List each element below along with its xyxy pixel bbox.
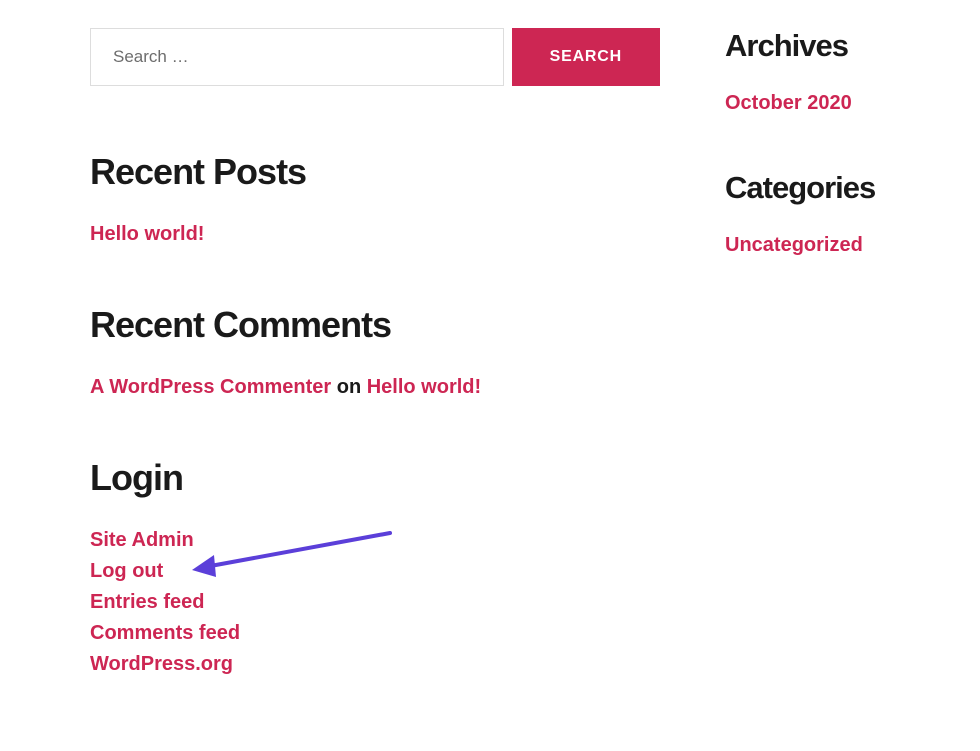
logout-link[interactable]: Log out: [90, 560, 163, 582]
archives-list: October 2020: [725, 92, 920, 115]
recent-posts-section: Recent Posts Hello world!: [90, 151, 660, 246]
entries-feed-link[interactable]: Entries feed: [90, 591, 204, 613]
left-column: SEARCH Recent Posts Hello world! Recent …: [90, 28, 660, 734]
recent-comments-section: Recent Comments A WordPress Commenter on…: [90, 304, 660, 399]
recent-posts-heading: Recent Posts: [90, 151, 660, 193]
recent-comments-heading: Recent Comments: [90, 304, 660, 346]
login-list: Site Admin Log out Entries feed Comments…: [90, 529, 660, 676]
comment-author-link[interactable]: A WordPress Commenter: [90, 376, 331, 398]
right-column: Archives October 2020 Categories Uncateg…: [725, 28, 920, 734]
page-container: SEARCH Recent Posts Hello world! Recent …: [0, 0, 980, 734]
categories-heading: Categories: [725, 170, 920, 206]
search-button[interactable]: SEARCH: [512, 28, 660, 86]
recent-comment-item: A WordPress Commenter on Hello world!: [90, 376, 660, 399]
categories-list: Uncategorized: [725, 234, 920, 257]
search-form: SEARCH: [90, 28, 660, 86]
category-link[interactable]: Uncategorized: [725, 234, 863, 256]
comments-feed-link[interactable]: Comments feed: [90, 622, 240, 644]
list-item: Site Admin: [90, 529, 660, 552]
recent-comments-list: A WordPress Commenter on Hello world!: [90, 376, 660, 399]
comment-connector: on: [331, 376, 367, 398]
list-item: Log out: [90, 560, 660, 583]
site-admin-link[interactable]: Site Admin: [90, 529, 194, 551]
archives-heading: Archives: [725, 28, 920, 64]
login-heading: Login: [90, 457, 660, 499]
recent-post-link[interactable]: Hello world!: [90, 223, 204, 245]
login-section: Login Site Admin Log out Entries feed Co…: [90, 457, 660, 676]
archives-section: Archives October 2020: [725, 28, 920, 115]
list-item: Comments feed: [90, 622, 660, 645]
list-item: Entries feed: [90, 591, 660, 614]
comment-post-link[interactable]: Hello world!: [367, 376, 481, 398]
archive-link[interactable]: October 2020: [725, 92, 852, 114]
list-item: WordPress.org: [90, 653, 660, 676]
search-input[interactable]: [90, 28, 504, 86]
categories-section: Categories Uncategorized: [725, 170, 920, 257]
recent-posts-list: Hello world!: [90, 223, 660, 246]
wordpress-org-link[interactable]: WordPress.org: [90, 653, 233, 675]
